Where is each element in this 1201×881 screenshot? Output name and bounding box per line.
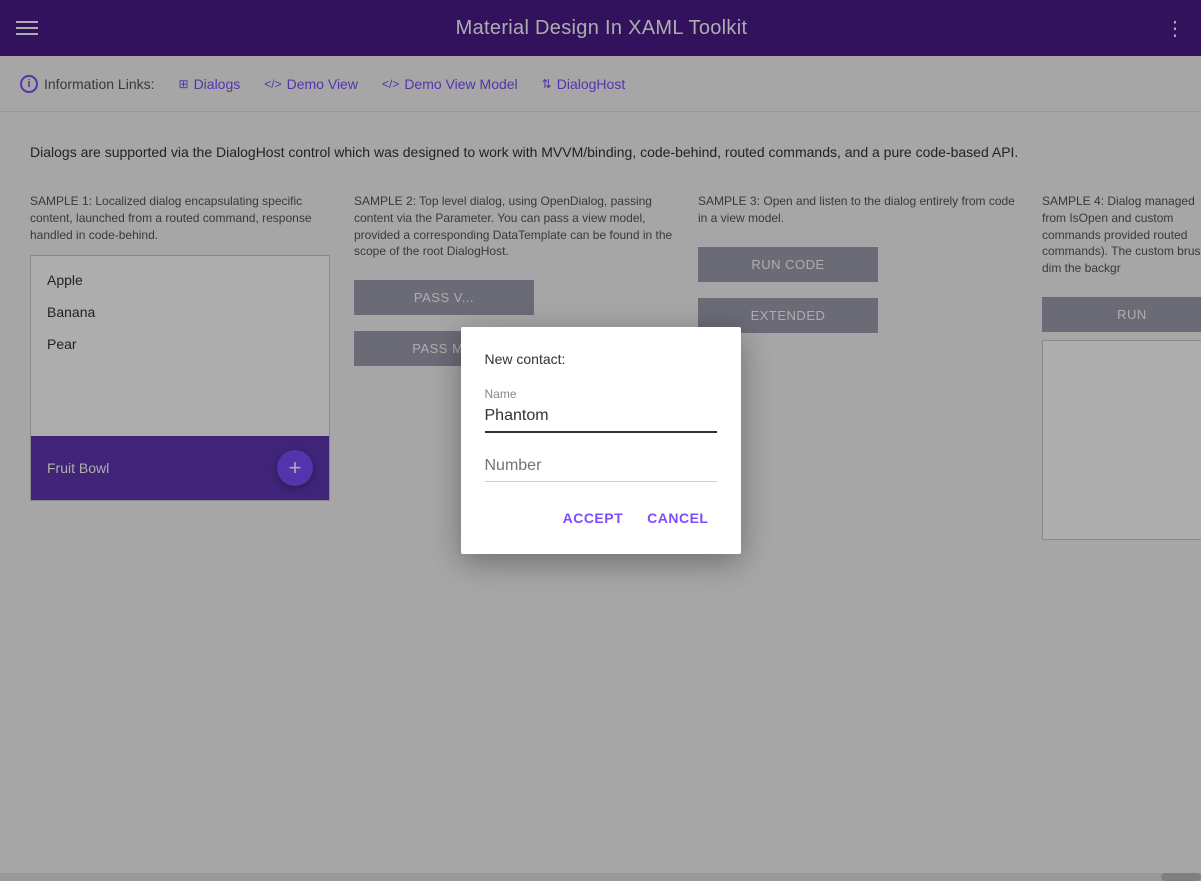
cancel-button[interactable]: CANCEL: [639, 502, 716, 534]
name-field: Name: [485, 387, 717, 433]
number-input[interactable]: [485, 453, 717, 482]
number-field: [485, 453, 717, 482]
new-contact-dialog: New contact: Name ACCEPT CANCEL: [461, 327, 741, 554]
accept-button[interactable]: ACCEPT: [555, 502, 632, 534]
name-input[interactable]: [485, 403, 717, 433]
dialog-title: New contact:: [485, 351, 717, 367]
dialog-actions: ACCEPT CANCEL: [485, 502, 717, 534]
dialog-overlay: New contact: Name ACCEPT CANCEL: [0, 0, 1201, 881]
name-field-label: Name: [485, 387, 717, 401]
